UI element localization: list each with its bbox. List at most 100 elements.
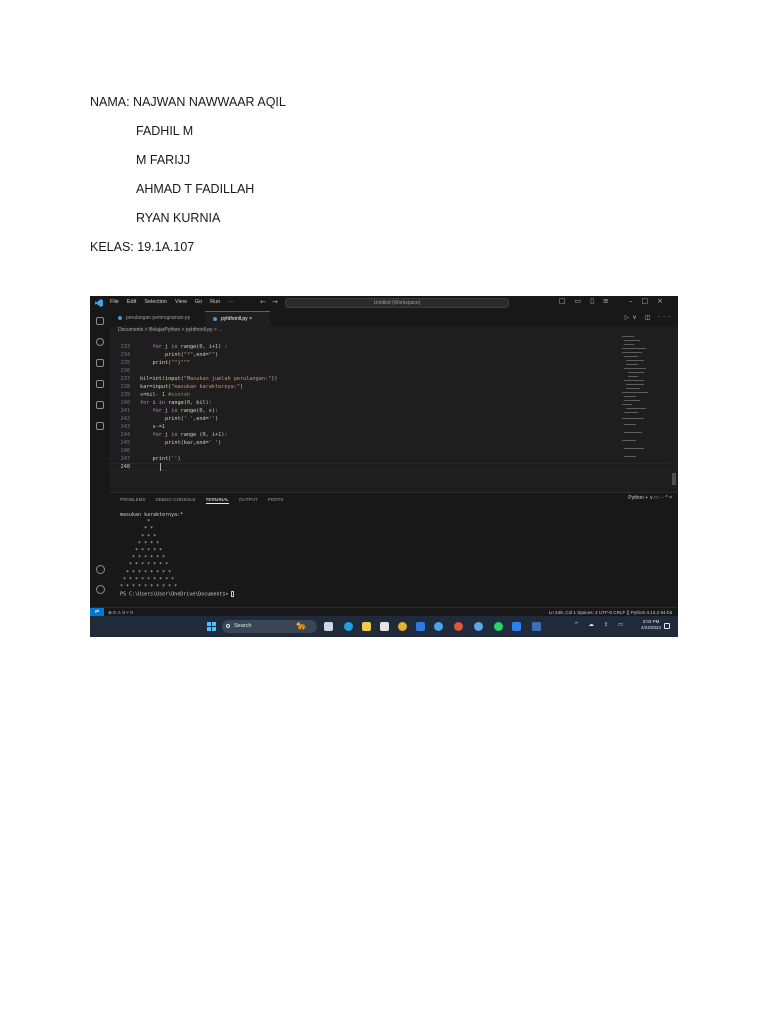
line-code: print("")""": [152, 360, 191, 366]
minimap[interactable]: [622, 334, 672, 464]
explorer-icon[interactable]: [96, 317, 104, 325]
line-number: 235: [120, 360, 130, 366]
chrome-icon[interactable]: [398, 622, 407, 631]
extensions-icon[interactable]: [96, 401, 104, 409]
line-code: print(' ',end=''): [165, 416, 219, 422]
doc-class-line: KELAS: 19.1A.107: [90, 240, 195, 254]
editor-tabs: perulangan pemrograman.py pyhthonll.py ×…: [110, 311, 678, 326]
line-number: 234: [120, 352, 130, 358]
source-control-icon[interactable]: [96, 359, 104, 367]
app-icon-3c[interactable]: [532, 622, 541, 631]
task-view-icon[interactable]: [324, 622, 333, 631]
tab-debug-console[interactable]: DEBUG CONSOLE: [156, 497, 196, 504]
activity-bar: [90, 311, 110, 607]
line-code: print(kar,end=' '): [165, 440, 222, 446]
search-icon[interactable]: [96, 338, 104, 346]
tab-pyhthonll[interactable]: pyhthonll.py ×: [205, 311, 270, 326]
widgets-icon[interactable]: 🐆: [296, 620, 314, 632]
firefox-icon[interactable]: [454, 622, 463, 631]
menu-file[interactable]: File: [110, 299, 119, 305]
account-icon[interactable]: [96, 565, 105, 574]
doc-name-line: NAMA: NAJWAN NAWWAAR AQIL: [90, 95, 286, 109]
terminal-line: * * * *: [120, 540, 160, 547]
line-code: kar=input("masukan karakternya:"): [140, 384, 244, 390]
terminal-line: * * * * * * * * *: [120, 576, 175, 583]
python-file-icon: [118, 315, 122, 320]
file-explorer-icon[interactable]: [362, 622, 371, 631]
line-number: 247: [120, 456, 130, 462]
menu-selection[interactable]: Selection: [144, 299, 167, 305]
line-code: print("*",end=""): [165, 352, 219, 358]
line-number: 233: [120, 344, 130, 350]
command-center-search[interactable]: Untitled (Workspace): [285, 298, 509, 308]
editor-actions-icon[interactable]: ▷∨ ◫ ···: [625, 314, 673, 321]
menu-more[interactable]: ···: [228, 299, 234, 305]
line-code: bil=int(input("Masukan jumlah perulangan…: [140, 376, 278, 382]
store-icon[interactable]: [380, 622, 389, 631]
taskbar-clock[interactable]: 3:03 PM 4/24/2024: [641, 619, 661, 631]
panel-actions[interactable]: Python + ∨ □ ··· ^ ×: [628, 495, 672, 501]
terminal-line: * * * * * * * *: [120, 569, 172, 576]
whatsapp-icon[interactable]: [494, 622, 503, 631]
text-caret: [160, 463, 161, 471]
doc-member-3: AHMAD T FADILLAH: [136, 182, 255, 196]
menu-view[interactable]: View: [175, 299, 187, 305]
terminal-line: * * * * * *: [120, 555, 166, 562]
line-number: 240: [120, 400, 130, 406]
breadcrumb[interactable]: Documents > BelajarPython > pyhthonll.py…: [118, 327, 222, 333]
notification-icon[interactable]: [664, 623, 670, 629]
title-bar: File Edit Selection View Go Run ··· ←→ U…: [90, 296, 678, 311]
line-number: 238: [120, 384, 130, 390]
panel-tabs: PROBLEMS DEBUG CONSOLE TERMINAL OUTPUT P…: [120, 497, 283, 504]
tab-problems[interactable]: PROBLEMS: [120, 497, 146, 504]
line-number: 239: [120, 392, 130, 398]
settings-gear-icon[interactable]: [96, 585, 105, 594]
app-icon-2[interactable]: [474, 622, 483, 631]
windows-taskbar: Search 🐆 ^ ☁ ⇪ ▭ 3:03 PM 4/24/2024: [90, 616, 678, 637]
tab-perulangan[interactable]: perulangan pemrograman.py: [110, 311, 205, 326]
windows-start-icon[interactable]: [207, 622, 216, 631]
terminal-output[interactable]: masukan karakternya:* * * * * * * * * * …: [120, 512, 235, 599]
line-code: s-=1: [140, 424, 165, 430]
editor-scrollbar[interactable]: [672, 473, 676, 485]
bottom-panel: PROBLEMS DEBUG CONSOLE TERMINAL OUTPUT P…: [110, 492, 678, 608]
search-icon: [226, 624, 230, 628]
line-code: print(''): [152, 456, 181, 462]
line-code: for j in range (0, i+1):: [152, 432, 228, 438]
terminal-line: * *: [120, 526, 154, 533]
terminal-line: * * * * * * *: [120, 562, 169, 569]
code-editor[interactable]: 233 for j in range(0, i+1) : 234 print("*…: [110, 334, 670, 484]
line-code: for j in range(0, s):: [152, 408, 219, 414]
tab-ports[interactable]: PORTS: [268, 497, 284, 504]
line-number: 245: [120, 440, 130, 446]
window-controls-icon[interactable]: □▭▯≡ –□×: [559, 297, 672, 305]
vscode-screenshot: File Edit Selection View Go Run ··· ←→ U…: [90, 296, 678, 637]
line-number: 236: [120, 368, 130, 374]
nav-arrows-icon[interactable]: ←→: [260, 298, 284, 306]
system-tray-icon[interactable]: ^ ☁ ⇪ ▭: [574, 622, 627, 628]
terminal-prompt: PS C:\Users\User\OneDrive\Documents>: [120, 591, 232, 598]
terminal-line: *: [120, 519, 151, 526]
menu-go[interactable]: Go: [195, 299, 202, 305]
mail-icon[interactable]: [416, 622, 425, 631]
app-icon[interactable]: [434, 622, 443, 631]
line-number: 246: [120, 448, 130, 454]
menu-bar: File Edit Selection View Go Run ···: [110, 299, 234, 305]
tab-output[interactable]: OUTPUT: [239, 497, 258, 504]
menu-edit[interactable]: Edit: [127, 299, 136, 305]
line-code: for j in range(0, i+1) :: [152, 344, 228, 350]
terminal-cursor: [231, 591, 235, 598]
testing-icon[interactable]: [96, 422, 104, 430]
vscode-logo-icon: [95, 299, 103, 307]
line-code: for i in range(0, bil):: [140, 400, 212, 406]
line-number: 242: [120, 416, 130, 422]
close-tab-icon[interactable]: ×: [249, 316, 252, 322]
terminal-line: * * * * *: [120, 548, 163, 555]
edge-icon[interactable]: [344, 622, 353, 631]
terminal-line: * * *: [120, 533, 157, 540]
menu-run[interactable]: Run: [210, 299, 220, 305]
doc-member-2: M FARIJJ: [136, 153, 191, 167]
run-debug-icon[interactable]: [96, 380, 104, 388]
vscode-taskbar-icon[interactable]: [512, 622, 521, 631]
tab-terminal[interactable]: TERMINAL: [205, 497, 229, 504]
